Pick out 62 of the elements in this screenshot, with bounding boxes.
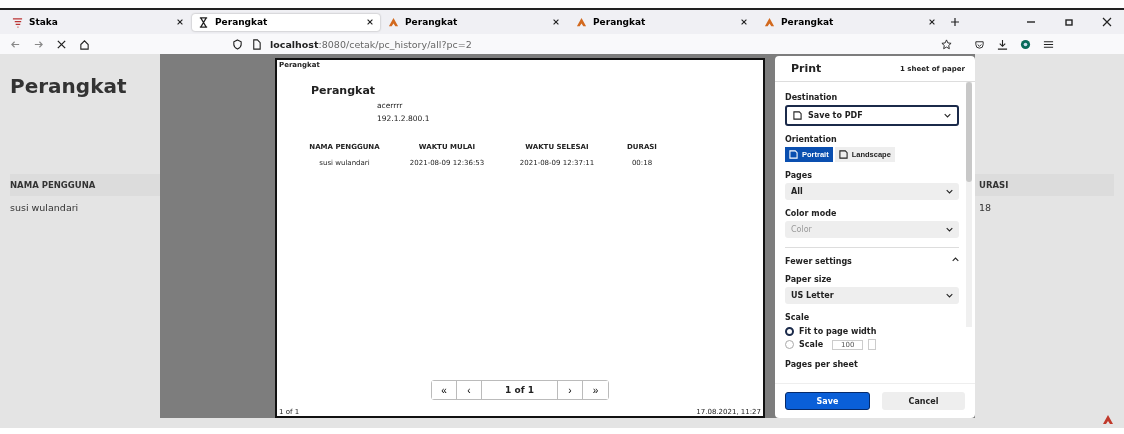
settings-toggle[interactable]: Fewer settings xyxy=(785,257,959,266)
star-icon[interactable] xyxy=(941,38,952,50)
column-header: NAMA PENGGUNA xyxy=(10,180,96,190)
destination-dropdown[interactable]: Save to PDF xyxy=(785,105,959,126)
close-icon[interactable] xyxy=(176,18,184,26)
new-tab-icon[interactable] xyxy=(950,17,960,27)
field-label: Pages xyxy=(785,171,813,180)
home-icon[interactable] xyxy=(79,38,90,50)
chevron-down-icon xyxy=(946,293,953,298)
browser-tab[interactable]: Perangkat xyxy=(568,11,756,33)
field-label: Color mode xyxy=(785,209,838,218)
tab-title: Staka xyxy=(29,17,59,27)
page-heading: Perangkat xyxy=(10,74,127,98)
restore-icon[interactable] xyxy=(1064,17,1074,27)
account-icon[interactable] xyxy=(1020,38,1031,50)
chevron-up-icon xyxy=(952,257,959,262)
download-icon[interactable] xyxy=(997,38,1008,50)
page-icon xyxy=(793,111,802,120)
radio-label: Fit to page width xyxy=(799,327,877,336)
menu-icon[interactable] xyxy=(1043,38,1054,50)
tab-title: Perangkat xyxy=(215,17,269,27)
paper-size-dropdown[interactable]: US Letter xyxy=(785,287,959,304)
field-label: Pages per sheet xyxy=(785,360,859,369)
first-page-button[interactable]: « xyxy=(432,381,457,399)
chevron-down-icon xyxy=(946,227,953,232)
hourglass-icon xyxy=(198,16,209,28)
lines-icon xyxy=(12,16,23,28)
field-label: Destination xyxy=(785,93,839,102)
field-label: Scale xyxy=(785,313,811,322)
pages-dropdown[interactable]: All xyxy=(785,183,959,200)
chevron-down-icon xyxy=(944,113,951,118)
radio-button[interactable] xyxy=(785,327,794,336)
radio-label: Scale xyxy=(799,340,824,349)
close-icon[interactable] xyxy=(56,38,67,50)
table-cell: susi wulandari xyxy=(10,202,79,213)
browser-tab[interactable]: Perangkat xyxy=(756,11,944,33)
column-header: URASI xyxy=(979,180,1010,190)
scrollbar[interactable] xyxy=(966,82,972,327)
tab-title: Perangkat xyxy=(781,17,835,27)
browser-tab[interactable]: Staka xyxy=(4,11,192,33)
cancel-button[interactable]: Cancel xyxy=(882,392,965,410)
chevron-down-icon xyxy=(946,189,953,194)
dialog-title: Print xyxy=(791,62,822,75)
report-title: Perangkat xyxy=(311,84,376,97)
field-label: Paper size xyxy=(785,275,833,284)
page-icon xyxy=(251,38,262,50)
browser-tab[interactable]: Perangkat xyxy=(192,13,380,31)
browser-tab[interactable]: Perangkat xyxy=(380,11,568,33)
pocket-icon[interactable] xyxy=(974,38,985,50)
tab-title: Perangkat xyxy=(593,17,647,27)
close-icon[interactable] xyxy=(740,18,748,26)
save-button[interactable]: Save xyxy=(785,392,870,410)
table-cell-text: 18 xyxy=(979,202,993,213)
field-label: Orientation xyxy=(785,135,838,144)
portrait-icon xyxy=(789,150,798,159)
tab-title: Perangkat xyxy=(405,17,459,27)
landscape-icon xyxy=(838,150,848,159)
close-icon[interactable] xyxy=(552,18,560,26)
close-icon[interactable] xyxy=(1102,17,1112,27)
close-icon[interactable] xyxy=(928,18,936,26)
shield-icon[interactable] xyxy=(232,38,243,50)
close-icon[interactable] xyxy=(366,18,374,26)
